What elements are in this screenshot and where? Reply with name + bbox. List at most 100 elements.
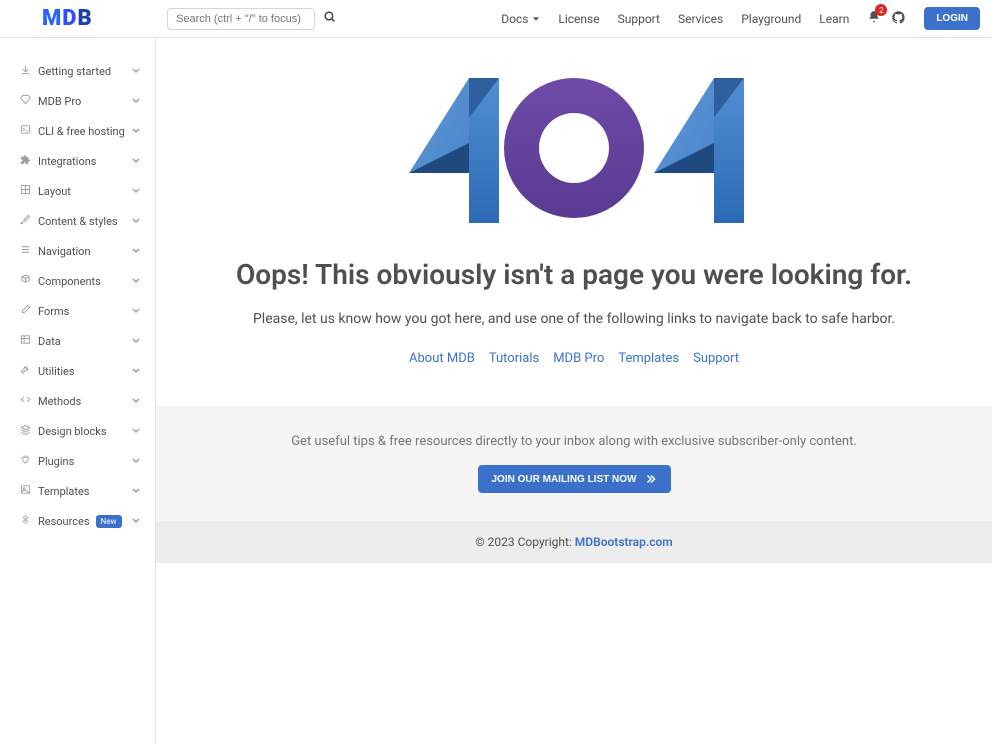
terminal-icon bbox=[20, 124, 38, 138]
chevron-down-icon bbox=[131, 185, 141, 198]
copyright-text: © 2023 Copyright: bbox=[475, 535, 575, 549]
chevron-down-icon bbox=[131, 335, 141, 348]
brush-icon bbox=[20, 214, 38, 228]
sidebar-item-label: Getting started bbox=[38, 65, 111, 78]
layers-icon bbox=[20, 424, 38, 438]
sidebar-item-navigation[interactable]: Navigation bbox=[0, 236, 155, 266]
sidebar-item-label: Content & styles bbox=[38, 215, 118, 228]
nav-playground[interactable]: Playground bbox=[741, 12, 801, 26]
sidebar-item-components[interactable]: Components bbox=[0, 266, 155, 296]
topbar: MDB Docs License Support Services Playgr… bbox=[0, 0, 992, 38]
sidebar-item-label: Utilities bbox=[38, 365, 75, 378]
sidebar-item-data[interactable]: Data bbox=[0, 326, 155, 356]
link-mdb-pro[interactable]: MDB Pro bbox=[553, 351, 604, 366]
sidebar-item-resources[interactable]: Resources New bbox=[0, 506, 155, 536]
link-support[interactable]: Support bbox=[693, 351, 739, 366]
sidebar-item-integrations[interactable]: Integrations bbox=[0, 146, 155, 176]
chevron-down-icon bbox=[131, 425, 141, 438]
chevron-down-icon bbox=[131, 395, 141, 408]
nav-license[interactable]: License bbox=[558, 12, 599, 26]
chevron-down-icon bbox=[131, 215, 141, 228]
nav-support[interactable]: Support bbox=[618, 12, 660, 26]
bell-badge: 2 bbox=[875, 4, 887, 16]
logo-b: B bbox=[78, 6, 93, 31]
sidebar-item-getting-started[interactable]: Getting started bbox=[0, 56, 155, 86]
sidebar-item-label: Layout bbox=[38, 185, 71, 198]
chevron-down-icon bbox=[131, 155, 141, 168]
bell-icon[interactable]: 2 bbox=[867, 10, 881, 27]
wrench-icon bbox=[20, 364, 38, 378]
error-404-graphic bbox=[176, 68, 972, 228]
chevron-down-icon bbox=[131, 485, 141, 498]
search-input[interactable] bbox=[167, 8, 315, 30]
edit-icon bbox=[20, 304, 38, 318]
sidebar-item-cli-hosting[interactable]: CLI & free hosting bbox=[0, 116, 155, 146]
link-templates[interactable]: Templates bbox=[618, 351, 679, 366]
sidebar-item-label: Plugins bbox=[38, 455, 74, 468]
caret-down-icon bbox=[532, 15, 540, 23]
chevron-down-icon bbox=[131, 125, 141, 138]
cubes-icon bbox=[20, 274, 38, 288]
sidebar-item-forms[interactable]: Forms bbox=[0, 296, 155, 326]
sidebar-item-mdb-pro[interactable]: MDB Pro bbox=[0, 86, 155, 116]
arrow-right-icon bbox=[645, 473, 657, 485]
sidebar-item-templates[interactable]: Templates bbox=[0, 476, 155, 506]
sidebar-item-label: Integrations bbox=[38, 155, 96, 168]
nav-learn[interactable]: Learn bbox=[819, 12, 849, 26]
sidebar-item-methods[interactable]: Methods bbox=[0, 386, 155, 416]
sidebar-item-label: Templates bbox=[38, 485, 89, 498]
sidebar-item-label: MDB Pro bbox=[38, 95, 81, 108]
sidebar-item-label: CLI & free hosting bbox=[38, 125, 125, 138]
nav-docs[interactable]: Docs bbox=[501, 12, 540, 26]
error-links: About MDB Tutorials MDB Pro Templates Su… bbox=[176, 351, 972, 366]
nav-services[interactable]: Services bbox=[678, 12, 723, 26]
topnav-icons: 2 bbox=[867, 10, 906, 28]
chevron-down-icon bbox=[131, 455, 141, 468]
image-icon bbox=[20, 484, 38, 498]
chevron-down-icon bbox=[131, 65, 141, 78]
github-icon[interactable] bbox=[891, 10, 906, 28]
menu-icon bbox=[20, 244, 38, 258]
copyright-link[interactable]: MDBootstrap.com bbox=[575, 535, 673, 549]
sidebar-item-utilities[interactable]: Utilities bbox=[0, 356, 155, 386]
puzzle-icon bbox=[20, 154, 38, 168]
search-wrap bbox=[167, 8, 336, 30]
sidebar-item-label: Design blocks bbox=[38, 425, 107, 438]
link-tutorials[interactable]: Tutorials bbox=[489, 351, 539, 366]
copyright-footer: © 2023 Copyright: MDBootstrap.com bbox=[156, 521, 992, 563]
gem-icon bbox=[20, 94, 38, 108]
table-icon bbox=[20, 334, 38, 348]
login-button[interactable]: LOGIN bbox=[924, 7, 980, 30]
sidebar-item-label: Resources bbox=[38, 515, 90, 528]
logo-d: D bbox=[62, 6, 77, 31]
join-mailing-list-button[interactable]: JOIN OUR MAILING LIST NOW bbox=[478, 465, 671, 493]
logo[interactable]: MDB bbox=[12, 6, 152, 31]
sidebar-item-label: Methods bbox=[38, 395, 81, 408]
sidebar-item-design-blocks[interactable]: Design blocks bbox=[0, 416, 155, 446]
chevron-down-icon bbox=[131, 275, 141, 288]
chevron-down-icon bbox=[131, 95, 141, 108]
chevron-down-icon bbox=[131, 365, 141, 378]
link-about-mdb[interactable]: About MDB bbox=[409, 351, 475, 366]
topnav: Docs License Support Services Playground… bbox=[501, 7, 980, 30]
sidebar-item-label: Navigation bbox=[38, 245, 91, 258]
code-icon bbox=[20, 394, 38, 408]
tools-icon bbox=[20, 514, 38, 528]
sidebar-item-layout[interactable]: Layout bbox=[0, 176, 155, 206]
sidebar-item-label: Components bbox=[38, 275, 101, 288]
error-text: Please, let us know how you got here, an… bbox=[176, 311, 972, 327]
chevron-down-icon bbox=[131, 515, 141, 528]
search-icon[interactable] bbox=[323, 10, 336, 27]
logo-m: M bbox=[42, 6, 62, 31]
main-content: Oops! This obviously isn't a page you we… bbox=[156, 38, 992, 744]
sidebar: Getting started MDB Pro CLI & free hosti… bbox=[0, 38, 156, 744]
plug-icon bbox=[20, 454, 38, 468]
sidebar-item-plugins[interactable]: Plugins bbox=[0, 446, 155, 476]
error-title: Oops! This obviously isn't a page you we… bbox=[176, 258, 972, 291]
sidebar-item-content-styles[interactable]: Content & styles bbox=[0, 206, 155, 236]
chevron-down-icon bbox=[131, 245, 141, 258]
cta-section: Get useful tips & free resources directl… bbox=[156, 406, 992, 521]
grid-icon bbox=[20, 184, 38, 198]
sidebar-item-label: Data bbox=[38, 335, 61, 348]
download-icon bbox=[20, 64, 38, 78]
